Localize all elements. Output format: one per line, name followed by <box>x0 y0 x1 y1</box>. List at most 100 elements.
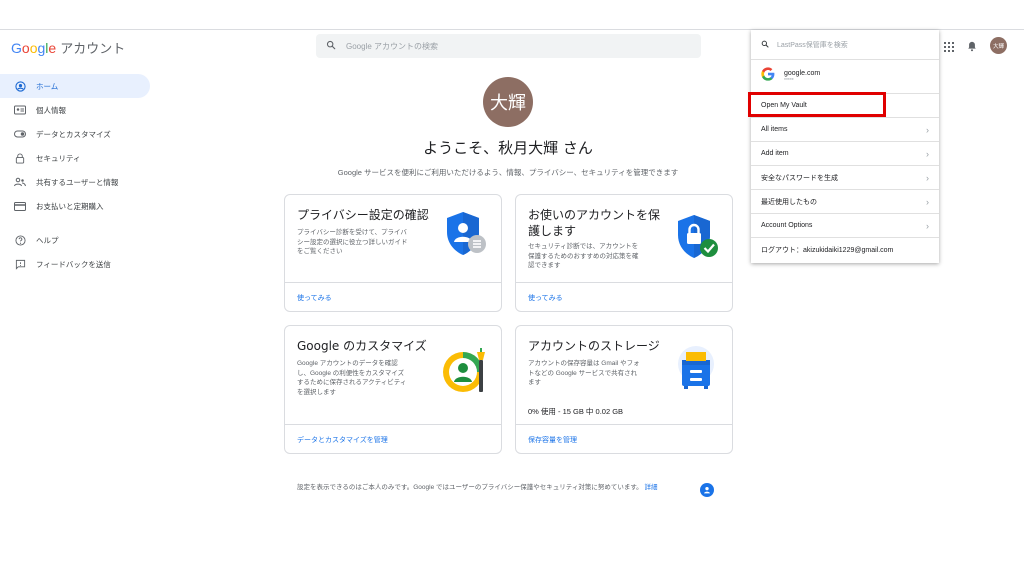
logo-letter: o <box>21 40 30 56</box>
chevron-right-icon: › <box>926 124 929 135</box>
google-g-icon <box>760 66 776 87</box>
customize-illustration-icon <box>441 346 491 403</box>
sidebar-item-label: ヘルプ <box>36 235 59 245</box>
manage-storage-link[interactable]: 保存容量を管理 <box>528 435 577 445</box>
sidebar: ホーム 個人情報 データとカスタマイズ セキュリティ 共有するユーザーと情報 お… <box>0 74 150 276</box>
sidebar-item-label: ホーム <box>36 81 59 91</box>
menu-generate-password[interactable]: 安全なパスワードを生成 › <box>751 166 939 190</box>
feedback-icon <box>13 259 27 270</box>
lock-icon <box>13 152 27 164</box>
sidebar-item-data-customize[interactable]: データとカスタマイズ <box>0 122 150 146</box>
desc-line: 保護するためのおすすめの対応策を確 <box>528 252 639 260</box>
menu-label: Add item <box>761 150 789 157</box>
sidebar-item-payments[interactable]: お支払いと定期購入 <box>0 194 150 218</box>
lastpass-site-entry[interactable]: google.com ***** <box>751 60 939 94</box>
chevron-right-icon: › <box>926 220 929 231</box>
desc-line: するために保存されるアクティビティ <box>297 379 407 386</box>
menu-label: ログアウト：akizukidaiki1229@gmail.com <box>761 247 894 254</box>
chevron-right-icon: › <box>926 196 929 207</box>
help-icon <box>13 234 27 246</box>
footer-text: 設定を表示できるのはご本人のみです。Google ではユーザーのプライバシー保護… <box>297 484 643 491</box>
storage-cabinet-icon <box>674 344 718 395</box>
storage-card[interactable]: アカウントのストレージ アカウントの保存容量は Gmail やフォ トなどの G… <box>515 325 733 454</box>
lastpass-popup: LastPass保管庫を検索 google.com ***** Open My … <box>751 30 939 263</box>
account-search-bar[interactable] <box>316 34 701 58</box>
security-shield-icon <box>674 213 720 266</box>
chevron-right-icon: › <box>926 148 929 159</box>
sidebar-item-security[interactable]: セキュリティ <box>0 146 150 170</box>
google-account-logo[interactable]: Google アカウント <box>11 38 125 57</box>
card-title: アカウントのストレージ <box>528 339 660 353</box>
menu-label: 最近使用したもの <box>761 198 817 206</box>
profile-avatar[interactable]: 大輝 <box>483 77 533 127</box>
lastpass-search[interactable]: LastPass保管庫を検索 <box>751 30 939 60</box>
card-title: Google のカスタマイズ <box>297 339 427 353</box>
open-vault-highlight-box <box>748 92 886 117</box>
get-started-link[interactable]: 使ってみる <box>528 293 563 303</box>
desc-line: し、Google の利便性をカスタマイズ <box>297 369 405 377</box>
logo-letter: g <box>37 40 46 56</box>
site-info: google.com ***** <box>784 70 820 84</box>
sidebar-item-personal-info[interactable]: 個人情報 <box>0 98 150 122</box>
card-divider <box>516 282 732 283</box>
sidebar-item-label: フィードバックを送信 <box>36 259 111 269</box>
privacy-footer: 設定を表示できるのはご本人のみです。Google ではユーザーのプライバシー保護… <box>297 482 687 493</box>
card-divider <box>516 424 732 425</box>
sidebar-item-label: セキュリティ <box>36 153 81 163</box>
search-icon[interactable] <box>326 37 336 55</box>
security-checkup-card[interactable]: お使いのアカウントを保 護します セキュリティ診断では、アカウントを 保護するた… <box>515 194 733 312</box>
sidebar-item-sharing[interactable]: 共有するユーザーと情報 <box>0 170 150 194</box>
sidebar-item-label: 共有するユーザーと情報 <box>36 177 119 187</box>
logo-suffix: アカウント <box>60 41 126 56</box>
card-divider <box>285 424 501 425</box>
manage-data-link[interactable]: データとカスタマイズを管理 <box>297 435 388 445</box>
menu-logout[interactable]: ログアウト：akizukidaiki1229@gmail.com <box>751 238 939 262</box>
account-avatar[interactable]: 大輝 <box>990 37 1007 54</box>
desc-line: トなどの Google サービスで共有され <box>528 369 638 377</box>
site-password: ***** <box>784 77 794 84</box>
logo-letter: G <box>11 40 22 56</box>
sidebar-item-label: お支払いと定期購入 <box>36 201 104 211</box>
privacy-checkup-card[interactable]: プライバシー設定の確認 プライバシー診断を受けて、プライバ シー設定の選択に役立… <box>284 194 502 312</box>
desc-line: プライバシー診断を受けて、プライバ <box>297 229 407 236</box>
credit-card-icon <box>13 201 27 211</box>
sidebar-item-help[interactable]: ヘルプ <box>0 228 150 252</box>
welcome-title: ようこそ、秋月大輝 さん <box>423 139 593 157</box>
card-description: プライバシー診断を受けて、プライバ シー設定の選択に役立つ詳しいガイド をご覧く… <box>297 228 408 257</box>
menu-all-items[interactable]: All items › <box>751 118 939 142</box>
search-icon <box>761 40 769 50</box>
card-description: セキュリティ診断では、アカウントを 保護するためのおすすめの対応策を確 認できま… <box>528 242 639 271</box>
sidebar-item-home[interactable]: ホーム <box>0 74 150 98</box>
toggle-icon <box>13 130 27 138</box>
desc-line: Google アカウントのデータを確認 <box>297 360 398 367</box>
title-line: 護します <box>528 224 577 238</box>
customize-card[interactable]: Google のカスタマイズ Google アカウントのデータを確認 し、Goo… <box>284 325 502 454</box>
privacy-person-icon <box>700 483 714 497</box>
chevron-right-icon: › <box>926 172 929 183</box>
card-description: Google アカウントのデータを確認 し、Google の利便性をカスタマイズ… <box>297 359 406 397</box>
sidebar-item-feedback[interactable]: フィードバックを送信 <box>0 252 150 276</box>
details-link[interactable]: 詳細 <box>645 484 658 491</box>
desc-line: アカウントの保存容量は Gmail やフォ <box>528 360 640 367</box>
card-title: プライバシー設定の確認 <box>297 208 429 222</box>
menu-account-options[interactable]: Account Options › <box>751 214 939 238</box>
menu-add-item[interactable]: Add item › <box>751 142 939 166</box>
storage-usage-text: 0% 使用 - 15 GB 中 0.02 GB <box>528 407 624 416</box>
people-icon <box>13 177 27 187</box>
get-started-link[interactable]: 使ってみる <box>297 293 332 303</box>
desc-line: ます <box>528 379 541 386</box>
bell-icon[interactable] <box>967 39 977 57</box>
desc-line: セキュリティ診断では、アカウントを <box>528 243 639 250</box>
card-title: お使いのアカウントを保 護します <box>528 207 660 239</box>
search-input[interactable] <box>346 41 646 51</box>
menu-label: Account Options <box>761 222 813 229</box>
sidebar-item-label: 個人情報 <box>36 105 66 115</box>
desc-line: 認できます <box>528 262 561 269</box>
logo-letter: e <box>48 40 57 56</box>
welcome-subtitle: Google サービスを便利にご利用いただけるよう、情報、プライバシー、セキュリ… <box>337 168 679 177</box>
menu-label: 安全なパスワードを生成 <box>761 174 838 182</box>
apps-grid-icon[interactable] <box>944 39 954 57</box>
site-name: google.com <box>784 69 821 77</box>
menu-recently-used[interactable]: 最近使用したもの › <box>751 190 939 214</box>
